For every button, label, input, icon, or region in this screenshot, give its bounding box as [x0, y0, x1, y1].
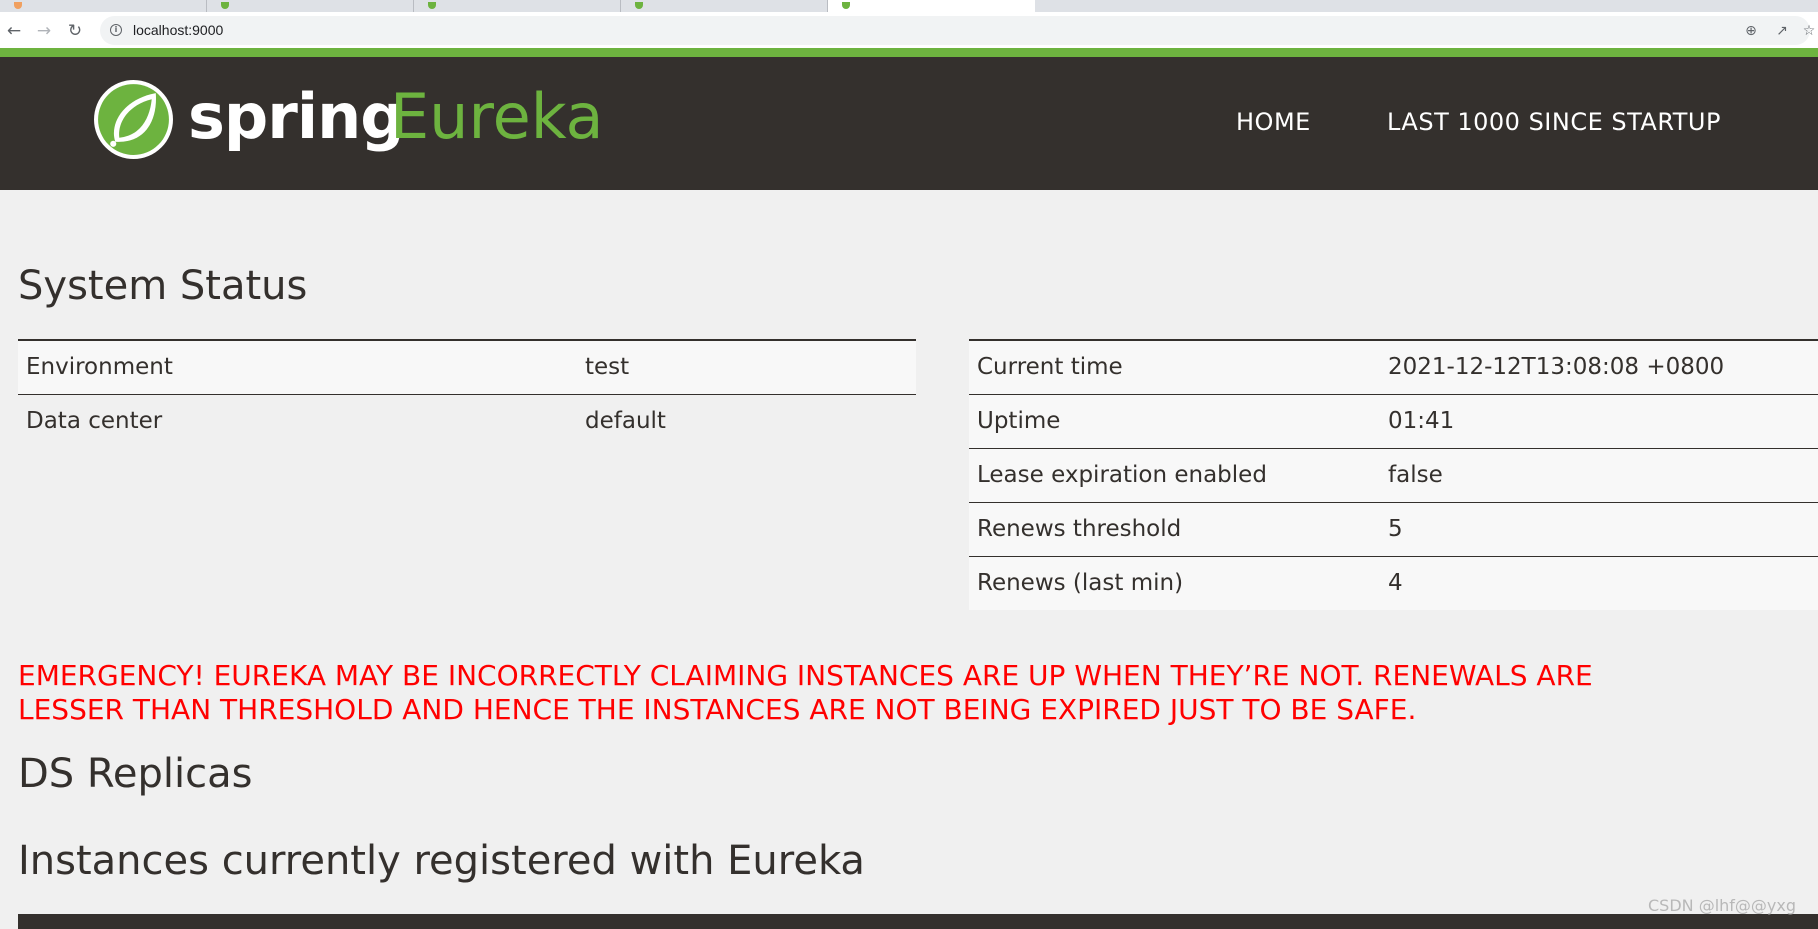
- zoom-icon[interactable]: ⊕: [1742, 22, 1760, 40]
- browser-tab-active[interactable]: [828, 0, 1035, 12]
- row-label: Lease expiration enabled: [969, 448, 1380, 503]
- row-label: Environment: [18, 340, 577, 395]
- forward-arrow-icon[interactable]: →: [33, 20, 55, 42]
- spring-favicon-icon: [221, 2, 229, 9]
- info-icon[interactable]: i: [110, 24, 122, 36]
- browser-tab[interactable]: [0, 0, 207, 12]
- address-bar[interactable]: i localhost:9000 ⊕ ↗ ☆: [100, 16, 1815, 45]
- emergency-line-2: LESSER THAN THRESHOLD AND HENCE THE INST…: [18, 693, 1417, 726]
- browser-tab[interactable]: [621, 0, 828, 12]
- instances-table-header: [18, 914, 1818, 929]
- spring-favicon-icon: [428, 2, 436, 9]
- spring-favicon-icon: [635, 2, 643, 9]
- nav-last-1000-link[interactable]: LAST 1000 SINCE STARTUP: [1387, 107, 1721, 137]
- row-value: 4: [1380, 556, 1818, 610]
- table-row: Lease expiration enabled false: [969, 448, 1818, 503]
- row-label: Renews (last min): [969, 556, 1380, 610]
- row-label: Uptime: [969, 394, 1380, 449]
- table-row: Renews threshold 5: [969, 502, 1818, 557]
- row-value: test: [577, 340, 916, 395]
- spring-leaf-icon[interactable]: [93, 79, 174, 160]
- nav-home-link[interactable]: HOME: [1236, 107, 1311, 137]
- reload-icon[interactable]: ↻: [64, 20, 86, 42]
- tab-favicon-icon: [14, 2, 22, 9]
- brand-spring[interactable]: spring: [188, 77, 405, 157]
- emergency-warning: EMERGENCY! EUREKA MAY BE INCORRECTLY CLA…: [18, 659, 1818, 727]
- row-value: false: [1380, 448, 1818, 503]
- row-label: Data center: [18, 394, 577, 448]
- ds-replicas-title: DS Replicas: [18, 751, 253, 797]
- star-icon[interactable]: ☆: [1800, 22, 1818, 40]
- table-row: Uptime 01:41: [969, 394, 1818, 449]
- browser-toolbar: ← → ↻ i localhost:9000 ⊕ ↗ ☆: [0, 12, 1818, 48]
- accent-bar: [0, 48, 1818, 57]
- system-status-title: System Status: [18, 263, 308, 309]
- navbar: spring Eureka HOME LAST 1000 SINCE START…: [0, 57, 1818, 190]
- system-status-table-left: Environment test Data center default: [18, 339, 916, 448]
- table-row: Environment test: [18, 340, 916, 395]
- url-text: localhost:9000: [133, 22, 224, 38]
- row-value: 5: [1380, 502, 1818, 557]
- share-icon[interactable]: ↗: [1773, 22, 1791, 40]
- row-label: Renews threshold: [969, 502, 1380, 557]
- row-value: 01:41: [1380, 394, 1818, 449]
- system-status-table-right: Current time 2021-12-12T13:08:08 +0800 U…: [969, 339, 1818, 610]
- table-row: Data center default: [18, 394, 916, 448]
- instances-title: Instances currently registered with Eure…: [18, 838, 865, 884]
- emergency-line-1: EMERGENCY! EUREKA MAY BE INCORRECTLY CLA…: [18, 659, 1593, 692]
- back-arrow-icon[interactable]: ←: [3, 20, 25, 42]
- browser-tab[interactable]: [414, 0, 621, 12]
- row-value: default: [577, 394, 916, 448]
- row-value: 2021-12-12T13:08:08 +0800: [1380, 340, 1818, 395]
- watermark: CSDN @lhf@@yxg: [1648, 896, 1797, 915]
- table-row: Current time 2021-12-12T13:08:08 +0800: [969, 340, 1818, 395]
- spring-favicon-icon: [842, 2, 850, 9]
- tab-strip: [0, 0, 1818, 12]
- brand-eureka[interactable]: Eureka: [390, 77, 604, 157]
- row-label: Current time: [969, 340, 1380, 395]
- browser-tab[interactable]: [207, 0, 414, 12]
- browser-chrome: ← → ↻ i localhost:9000 ⊕ ↗ ☆: [0, 0, 1818, 53]
- table-row: Renews (last min) 4: [969, 556, 1818, 610]
